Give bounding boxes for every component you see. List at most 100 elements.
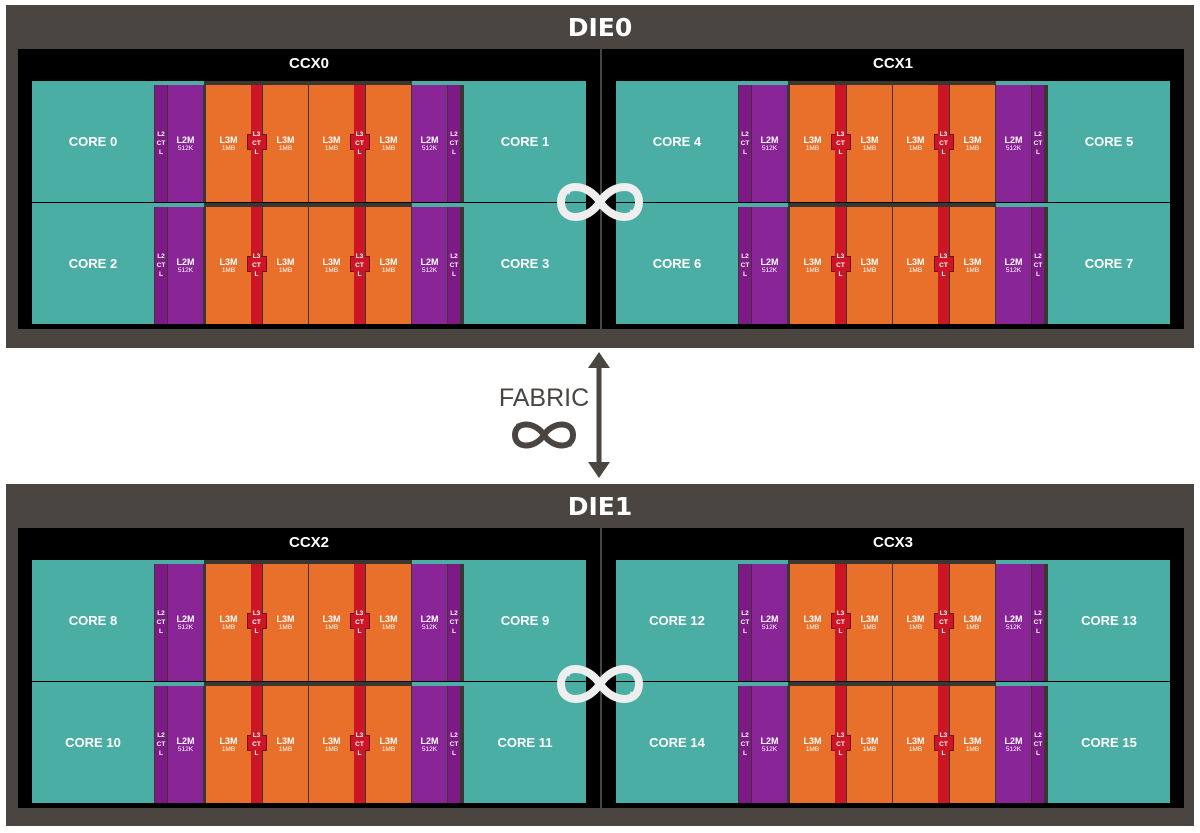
ccx-row: CORE 0 CORE 1 L2CTL L2M 512K L2M 512K L2CTL L3M 1… (32, 81, 586, 202)
l2-cache-size: 512K (177, 745, 194, 753)
l3-cache-label: L3M (803, 134, 822, 145)
l3-cache-label: L3M (963, 134, 982, 145)
l2-cache: L2M 512K (996, 686, 1031, 803)
l3-cache-label: L3M (803, 735, 822, 746)
l3-cache-size: 1MB (278, 745, 293, 753)
l3-cache-label: L3M (379, 134, 398, 145)
ccx-3: CCX3 CORE 12 CORE 13 L2CTL L2M 512K L2M 512K L2… (602, 528, 1184, 808)
l2-cache-size: 512K (177, 623, 194, 631)
die-1: DIE1 CCX2 CORE 8 CORE 9 L2CTL L2M 512K L2M 512… (6, 484, 1194, 826)
l2-cache: L2M 512K (752, 564, 787, 681)
l3-cache-size: 1MB (862, 144, 877, 152)
l3-controller: L3CTL (251, 85, 262, 202)
l2-controller: L2CTL (155, 207, 167, 324)
l3-cache-label: L3M (906, 134, 925, 145)
l2-cache-size: 512K (177, 266, 194, 274)
l3-cache-size: 1MB (805, 745, 820, 753)
l3-cache: L3M 1MB (206, 207, 251, 324)
ccx-title: CCX3 (872, 534, 913, 551)
l3-cache: L3M 1MB (950, 207, 995, 324)
l2-controller: L2CTL (739, 85, 751, 202)
l3-cache-label: L3M (860, 134, 879, 145)
l2-cache-size: 512K (1005, 266, 1022, 274)
l2-cache-size: 512K (1005, 623, 1022, 631)
ccx-title: CCX0 (288, 55, 329, 72)
l3-cache-size: 1MB (221, 144, 236, 152)
ccx-row: CORE 14 CORE 15 L2CTL L2M 512K L2M 512K L2CTL L3… (616, 682, 1170, 803)
l3-cache-label: L3M (379, 735, 398, 746)
l2-cache-label: L2M (176, 134, 195, 145)
ccx-1: CCX1 CORE 4 CORE 5 L2CTL L2M 512K L2M 512K L2CT… (602, 49, 1184, 329)
l2-cache-size: 512K (421, 745, 438, 753)
l3-cache-size: 1MB (862, 745, 877, 753)
l3-cache-size: 1MB (908, 745, 923, 753)
l3-cache-label: L3M (906, 735, 925, 746)
ccx-row: CORE 6 CORE 7 L2CTL L2M 512K L2M 512K L2CTL L3M 1… (616, 203, 1170, 324)
fabric-arrow-icon (588, 352, 610, 478)
l2-cache: L2M 512K (412, 207, 447, 324)
l3-controller: L3CTL (354, 207, 365, 324)
l3-cache-size: 1MB (908, 623, 923, 631)
l3-cache-size: 1MB (381, 623, 396, 631)
ccx-row: CORE 8 CORE 9 L2CTL L2M 512K L2M 512K L2CTL L3M 1… (32, 560, 586, 681)
l2-cache-label: L2M (760, 256, 779, 267)
l2-cache-label: L2M (1004, 735, 1023, 746)
ccx-row: CORE 10 CORE 11 L2CTL L2M 512K L2M 512K L2CTL L3… (32, 682, 586, 803)
l2-controller: L2CTL (155, 686, 167, 803)
l3-cache: L3M 1MB (366, 85, 411, 202)
l3-cache-label: L3M (276, 735, 295, 746)
l3-cache-label: L3M (860, 613, 879, 624)
ccx-row: CORE 2 CORE 3 L2CTL L2M 512K L2M 512K L2CTL L3M 1… (32, 203, 586, 324)
l3-cache-label: L3M (276, 613, 295, 624)
l2-cache-size: 512K (177, 144, 194, 152)
l3-cache-size: 1MB (278, 623, 293, 631)
l3-cache: L3M 1MB (206, 564, 251, 681)
l2-cache-size: 512K (761, 144, 778, 152)
l2-cache: L2M 512K (752, 207, 787, 324)
l3-cache-label: L3M (906, 613, 925, 624)
core: CORE 2 (32, 203, 154, 324)
l2-cache-label: L2M (176, 256, 195, 267)
l2-cache-label: L2M (760, 613, 779, 624)
l3-controller: L3CTL (835, 564, 846, 681)
core: CORE 5 (1048, 81, 1170, 202)
l2-cache: L2M 512K (412, 686, 447, 803)
l3-cache-label: L3M (322, 134, 341, 145)
ccx-row: CORE 4 CORE 5 L2CTL L2M 512K L2M 512K L2CTL L3M 1… (616, 81, 1170, 202)
l3-cache: L3M 1MB (847, 207, 892, 324)
l3-controller: L3CTL (938, 564, 949, 681)
l3-controller: L3CTL (835, 85, 846, 202)
l3-cache: L3M 1MB (847, 686, 892, 803)
l3-cache-size: 1MB (862, 623, 877, 631)
l2-cache-size: 512K (761, 745, 778, 753)
l3-controller: L3CTL (938, 85, 949, 202)
l2-cache-label: L2M (760, 134, 779, 145)
l3-cache: L3M 1MB (893, 686, 938, 803)
l3-cache-size: 1MB (805, 144, 820, 152)
l3-controller: L3CTL (938, 686, 949, 803)
l3-cache-label: L3M (860, 735, 879, 746)
l3-cache-size: 1MB (381, 266, 396, 274)
l3-cache-label: L3M (276, 256, 295, 267)
l2-cache-label: L2M (760, 735, 779, 746)
l3-controller: L3CTL (835, 686, 846, 803)
l3-cache: L3M 1MB (366, 686, 411, 803)
l3-cache-size: 1MB (324, 745, 339, 753)
l3-cache: L3M 1MB (366, 207, 411, 324)
l3-controller: L3CTL (835, 207, 846, 324)
l3-cache: L3M 1MB (790, 85, 835, 202)
l2-cache-label: L2M (1004, 613, 1023, 624)
l3-cache: L3M 1MB (950, 686, 995, 803)
l2-controller: L2CTL (448, 564, 460, 681)
l3-cache-size: 1MB (324, 623, 339, 631)
l2-controller: L2CTL (155, 564, 167, 681)
l3-cache-size: 1MB (908, 144, 923, 152)
l2-controller: L2CTL (448, 85, 460, 202)
l3-cache-size: 1MB (324, 144, 339, 152)
infinity-fabric-icon (556, 665, 644, 703)
l3-cache-label: L3M (322, 613, 341, 624)
l2-controller: L2CTL (1032, 85, 1044, 202)
l3-cache: L3M 1MB (309, 85, 354, 202)
l2-cache: L2M 512K (168, 564, 203, 681)
l3-cache-size: 1MB (805, 623, 820, 631)
